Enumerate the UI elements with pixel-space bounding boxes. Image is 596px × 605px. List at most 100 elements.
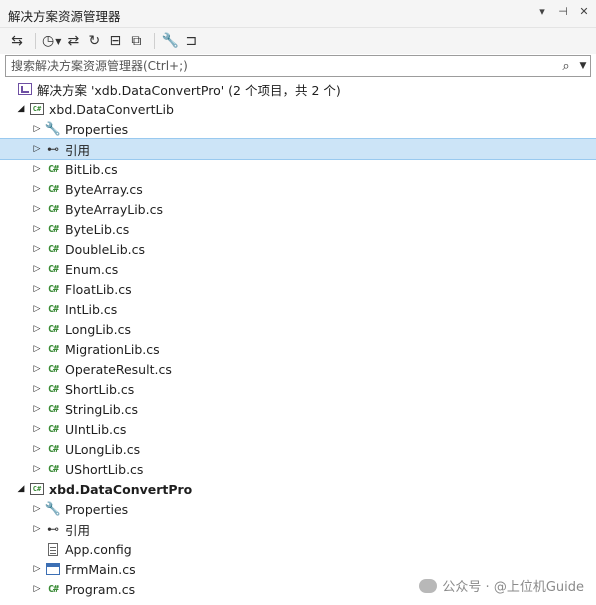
properties-button[interactable]: 🔧: [161, 31, 179, 51]
tree-item[interactable]: 解决方案 'xdb.DataConvertPro' (2 个项目，共 2 个): [0, 79, 596, 99]
collapsed-chevron-icon[interactable]: ▷: [30, 379, 44, 399]
collapsed-chevron-icon[interactable]: ▷: [30, 299, 44, 319]
csharp-file-icon: C#: [47, 223, 59, 235]
collapsed-chevron-icon[interactable]: ▷: [30, 419, 44, 439]
collapsed-chevron-icon[interactable]: ▷: [30, 239, 44, 259]
solution-tree: 解决方案 'xdb.DataConvertPro' (2 个项目，共 2 个) ◢…: [0, 79, 596, 599]
collapsed-chevron-icon[interactable]: ▷: [30, 219, 44, 239]
chevron-down-icon[interactable]: ▼: [576, 61, 590, 71]
panel-title: 解决方案资源管理器: [8, 9, 121, 24]
refresh-button[interactable]: ↻: [85, 31, 103, 51]
collapse-all-button[interactable]: ⊟: [106, 31, 124, 51]
csharp-file-icon: C#: [47, 183, 59, 195]
tree-item[interactable]: ▷ C# ShortLib.cs: [0, 379, 596, 399]
tree-item-label: ULongLib.cs: [65, 441, 141, 457]
search-icon[interactable]: ⌕: [556, 59, 576, 74]
references-icon: ⊷: [47, 522, 59, 536]
collapsed-chevron-icon[interactable]: ▷: [30, 279, 44, 299]
collapsed-chevron-icon[interactable]: ▷: [30, 499, 44, 519]
collapsed-chevron-icon[interactable]: ▷: [30, 159, 44, 179]
tree-item-label: ByteArray.cs: [65, 181, 143, 197]
tree-item[interactable]: ▷ C# FloatLib.cs: [0, 279, 596, 299]
tree-item-label: MigrationLib.cs: [65, 341, 160, 357]
sync-icon: ⇄: [67, 33, 80, 49]
tree-item[interactable]: ▷ C# MigrationLib.cs: [0, 339, 596, 359]
tree-item[interactable]: ▷ C# ULongLib.cs: [0, 439, 596, 459]
tree-item[interactable]: ▷ C# UIntLib.cs: [0, 419, 596, 439]
tree-item[interactable]: App.config: [0, 539, 596, 559]
tree-item[interactable]: ▷ C# ByteArrayLib.cs: [0, 199, 596, 219]
collapsed-chevron-icon[interactable]: ▷: [30, 559, 44, 579]
tree-item[interactable]: ▷ C# LongLib.cs: [0, 319, 596, 339]
collapsed-chevron-icon[interactable]: ▷: [30, 439, 44, 459]
collapsed-chevron-icon[interactable]: ▷: [30, 179, 44, 199]
solution-icon: [16, 79, 34, 99]
tree-item[interactable]: ▷ ⊷ 引用: [0, 138, 596, 160]
tree-item[interactable]: ▷ C# ByteLib.cs: [0, 219, 596, 239]
csharp-file-icon: C#: [47, 243, 59, 255]
collapsed-chevron-icon[interactable]: ▷: [30, 579, 44, 599]
watermark-text: 公众号 · @上位机Guide: [442, 580, 584, 595]
tree-item-label: ByteLib.cs: [65, 221, 130, 237]
tree-item[interactable]: ▷ 🔧 Properties: [0, 499, 596, 519]
collapsed-chevron-icon[interactable]: ▷: [30, 399, 44, 419]
tree-item[interactable]: ▷ C# OperateResult.cs: [0, 359, 596, 379]
search-box: ⌕ ▼: [5, 55, 591, 77]
preview-button[interactable]: ⊐: [182, 31, 200, 51]
tree-item[interactable]: ▷ C# DoubleLib.cs: [0, 239, 596, 259]
panel-title-bar: 解决方案资源管理器 ▾ ⊣ ✕: [0, 0, 596, 28]
expanded-chevron-icon[interactable]: ◢: [14, 99, 28, 119]
collapsed-chevron-icon[interactable]: ▷: [30, 359, 44, 379]
csharp-file-icon: C#: [47, 263, 59, 275]
csharp-file-icon: C#: [47, 163, 59, 175]
config-file-icon: [44, 539, 62, 559]
collapsed-chevron-icon[interactable]: ▷: [30, 139, 44, 159]
collapsed-chevron-icon[interactable]: ▷: [30, 199, 44, 219]
tree-item[interactable]: ◢ C# xbd.DataConvertLib: [0, 99, 596, 119]
tree-item-label: 引用: [65, 142, 91, 158]
wrench-icon: 🔧: [161, 33, 180, 49]
tree-item[interactable]: ▷ C# UShortLib.cs: [0, 459, 596, 479]
collapse-all-icon: ⊟: [109, 33, 122, 49]
toolbar-separator: [154, 33, 156, 49]
sync-button[interactable]: ⇄: [64, 31, 82, 51]
tree-item[interactable]: ▷ C# Enum.cs: [0, 259, 596, 279]
tree-item[interactable]: ▷ ⊷ 引用: [0, 519, 596, 539]
tree-item-label: ShortLib.cs: [65, 381, 135, 397]
collapsed-chevron-icon[interactable]: ▷: [30, 339, 44, 359]
dropdown-icon[interactable]: ▾: [536, 5, 548, 18]
toolbar: ⇆ ◷ ▼ ⇄ ↻ ⊟ ⧉ 🔧 ⊐: [0, 28, 596, 54]
toolbar-separator: [35, 33, 36, 49]
switch-views-button[interactable]: ⇆: [8, 31, 26, 51]
csharp-project-icon: C#: [28, 479, 46, 499]
tree-item[interactable]: ▷ C# ByteArray.cs: [0, 179, 596, 199]
tree-item-label: 引用: [65, 522, 91, 538]
preview-icon: ⊐: [185, 33, 198, 49]
chevron-down-icon: ▼: [55, 36, 62, 46]
collapsed-chevron-icon[interactable]: ▷: [30, 519, 44, 539]
pin-icon[interactable]: ⊣: [557, 5, 569, 18]
expanded-chevron-icon[interactable]: ◢: [14, 479, 28, 499]
references-icon: ⊷: [47, 142, 59, 156]
tree-item-label: DoubleLib.cs: [65, 241, 146, 257]
close-icon[interactable]: ✕: [578, 5, 590, 18]
show-all-files-button[interactable]: ⧉: [127, 31, 145, 51]
collapsed-chevron-icon[interactable]: ▷: [30, 259, 44, 279]
tree-item-label: UShortLib.cs: [65, 461, 144, 477]
clock-icon: ◷: [42, 33, 55, 49]
tree-item-label: LongLib.cs: [65, 321, 131, 337]
collapsed-chevron-icon[interactable]: ▷: [30, 319, 44, 339]
collapsed-chevron-icon[interactable]: ▷: [30, 119, 44, 139]
csharp-file-icon: C#: [47, 583, 59, 595]
csharp-file-icon: C#: [47, 463, 59, 475]
tree-item[interactable]: ▷ C# StringLib.cs: [0, 399, 596, 419]
collapsed-chevron-icon[interactable]: ▷: [30, 459, 44, 479]
tree-item[interactable]: ▷ 🔧 Properties: [0, 119, 596, 139]
tree-item[interactable]: ▷ C# BitLib.cs: [0, 159, 596, 179]
search-input[interactable]: [6, 58, 556, 74]
csharp-file-icon: C#: [47, 323, 59, 335]
tree-item[interactable]: ◢ C# xbd.DataConvertPro: [0, 479, 596, 499]
csharp-file-icon: C#: [47, 383, 59, 395]
tree-item[interactable]: ▷ C# IntLib.cs: [0, 299, 596, 319]
pending-changes-button[interactable]: ◷ ▼: [42, 31, 61, 51]
